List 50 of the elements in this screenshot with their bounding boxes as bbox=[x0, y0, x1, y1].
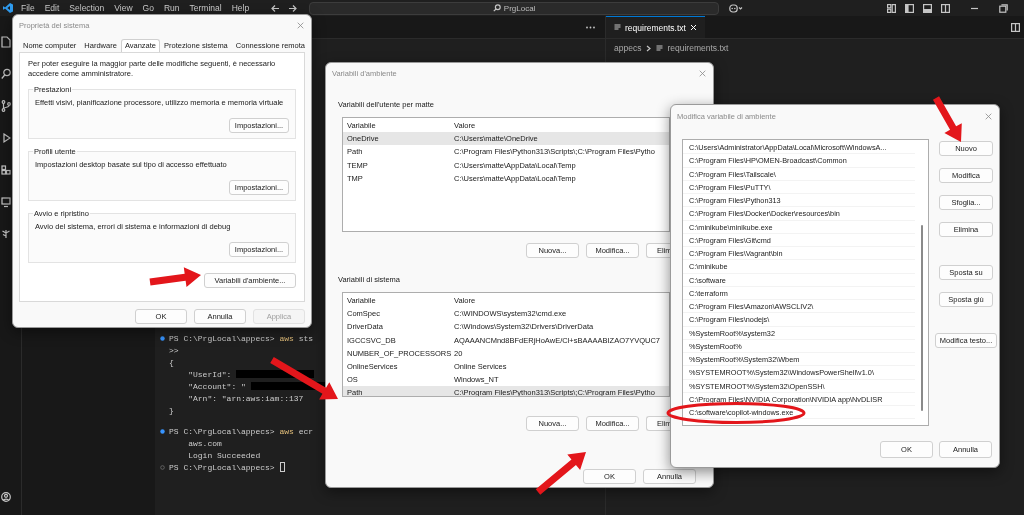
menu-item[interactable]: Selection bbox=[69, 3, 105, 13]
terminal-line: PS C:\PrgLocal\appecs> aws sts bbox=[169, 333, 314, 343]
terminal-line: PS C:\PrgLocal\appecs> bbox=[169, 462, 275, 472]
menu-item[interactable]: Run bbox=[163, 3, 180, 13]
chevron-right-icon bbox=[645, 44, 653, 52]
menu-item[interactable]: Terminal bbox=[189, 3, 222, 13]
terminal-line: >> bbox=[169, 345, 179, 355]
sidebar-toggle-icon[interactable] bbox=[905, 3, 914, 13]
terminal-line: { bbox=[169, 357, 174, 367]
terminal-line: "Account": " bbox=[187, 381, 246, 391]
search-icon bbox=[492, 4, 501, 12]
search-field[interactable]: PrgLocal bbox=[309, 1, 720, 15]
editor-tab[interactable]: requirements.txt bbox=[606, 16, 705, 38]
account-icon[interactable] bbox=[1, 491, 11, 503]
app-logo bbox=[3, 3, 13, 13]
branch-icon[interactable] bbox=[1, 100, 11, 112]
run-debug-icon[interactable] bbox=[1, 132, 11, 144]
breadcrumb-item[interactable]: appecs bbox=[614, 43, 642, 53]
forward-icon[interactable] bbox=[288, 3, 298, 13]
remote-icon[interactable] bbox=[1, 196, 11, 208]
file-icon bbox=[656, 44, 664, 52]
terminal-line: Login Succeeded bbox=[187, 450, 261, 460]
breadcrumb-item[interactable]: requirements.txt bbox=[667, 43, 729, 53]
terminal-line: "UserId": bbox=[187, 369, 232, 379]
terminal-line: "Arn": "arn:aws:iam::137 bbox=[187, 393, 304, 403]
menu-item[interactable]: File bbox=[21, 3, 35, 13]
scrollbar-thumb[interactable] bbox=[921, 225, 923, 411]
terminal-line: PS C:\PrgLocal\appecs> aws ecr bbox=[169, 426, 314, 436]
file-icon bbox=[614, 24, 621, 31]
terminal-line: } bbox=[169, 405, 174, 415]
split-layout-icon[interactable] bbox=[941, 3, 950, 13]
extensions-icon[interactable] bbox=[1, 164, 11, 176]
pointer-arrow bbox=[535, 452, 586, 495]
menu-item[interactable]: Edit bbox=[44, 3, 60, 13]
pointer-arrow bbox=[149, 267, 201, 288]
menu-item[interactable]: Go bbox=[142, 3, 154, 13]
menu-item[interactable]: View bbox=[114, 3, 133, 13]
layout-icon[interactable] bbox=[887, 3, 896, 13]
more-icon[interactable] bbox=[586, 25, 595, 29]
back-icon[interactable] bbox=[271, 3, 281, 13]
search-icon[interactable] bbox=[1, 68, 11, 80]
tree-icon[interactable] bbox=[1, 228, 11, 240]
panel-toggle-icon[interactable] bbox=[923, 3, 932, 13]
copilot-icon[interactable] bbox=[729, 3, 744, 13]
files-icon[interactable] bbox=[1, 36, 11, 48]
terminal-line: aws.com bbox=[187, 438, 222, 448]
restore-icon[interactable] bbox=[999, 3, 1008, 13]
menu-item[interactable]: Help bbox=[231, 3, 250, 13]
pointer-arrow bbox=[932, 96, 962, 142]
split-editor-icon[interactable] bbox=[1011, 22, 1020, 32]
